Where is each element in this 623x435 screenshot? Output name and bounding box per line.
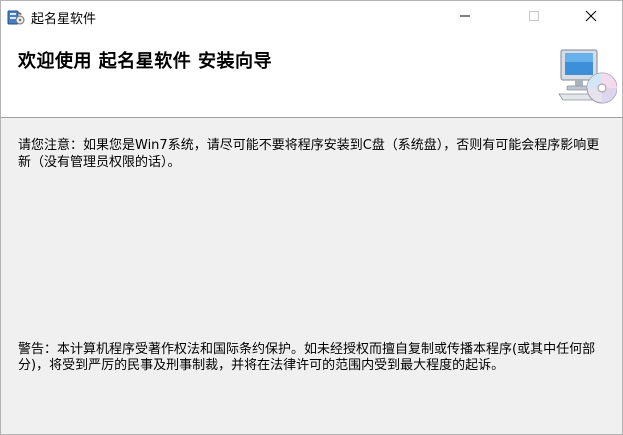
minimize-icon: [459, 7, 471, 26]
copyright-warning-text: 警告：本计算机程序受著作权法和国际条约保护。如未经授权而擅自复制或传播本程序(或…: [18, 342, 596, 373]
page-title: 欢迎使用 起名星软件 安装向导: [18, 51, 273, 72]
installer-window: 起名星软件 欢迎使用 起名星软件 安装向导 请您注意：如果您是Win7系统，请尽…: [0, 0, 623, 435]
computer-with-cd-icon: [557, 48, 618, 106]
window-title: 起名星软件: [31, 12, 97, 27]
maximize-button: [511, 1, 557, 32]
installer-app-icon: [7, 8, 25, 26]
wizard-header: 欢迎使用 起名星软件 安装向导: [1, 32, 622, 118]
maximize-icon: [528, 7, 540, 26]
close-icon: [585, 7, 597, 26]
minimize-button[interactable]: [442, 1, 488, 32]
close-button[interactable]: [568, 1, 614, 32]
install-notice-text: 请您注意：如果您是Win7系统，请尽可能不要将程序安装到C盘（系统盘），否则有可…: [18, 138, 600, 170]
title-bar[interactable]: 起名星软件: [1, 1, 622, 32]
